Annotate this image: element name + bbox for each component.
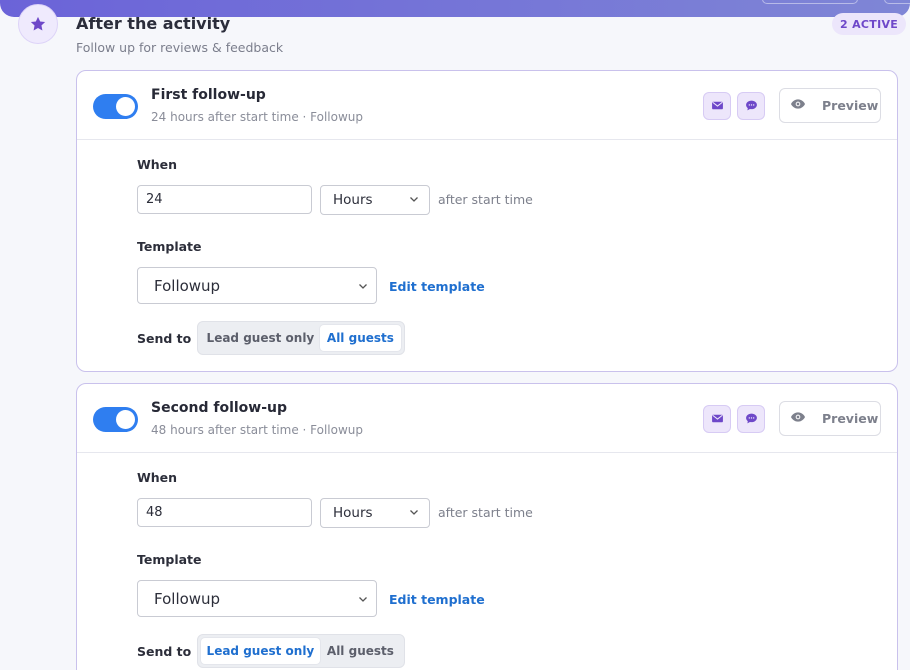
unit-value: Hours (333, 505, 373, 521)
card-title: Second follow-up (151, 400, 288, 416)
eye-icon (790, 409, 822, 428)
send-to-label: Send to (137, 644, 192, 659)
card-header: First follow-up 24 hours after start tim… (77, 71, 897, 140)
chevron-down-icon (409, 192, 419, 208)
star-icon (18, 4, 58, 44)
chevron-down-icon (409, 505, 419, 521)
chevron-down-icon (358, 277, 368, 295)
sms-channel-button[interactable] (737, 92, 765, 120)
chat-bubble-icon (745, 410, 758, 429)
toggle-knob (116, 410, 135, 429)
email-channel-button[interactable] (703, 405, 731, 433)
sms-channel-button[interactable] (737, 405, 765, 433)
eye-icon (790, 96, 822, 115)
card-body: When Hours after start time Template Fol… (77, 140, 897, 371)
template-label: Template (137, 552, 202, 567)
followup-card-first: First follow-up 24 hours after start tim… (76, 70, 898, 372)
all-guests-option[interactable]: All guests (320, 638, 401, 664)
preview-label: Preview (822, 411, 879, 426)
template-label: Template (137, 239, 202, 254)
toggle-knob (116, 97, 135, 116)
send-to-segmented-control: Lead guest only All guests (197, 321, 405, 355)
email-channel-button[interactable] (703, 92, 731, 120)
envelope-icon (711, 410, 724, 429)
after-start-text: after start time (438, 192, 533, 207)
followup-card-second: Second follow-up 48 hours after start ti… (76, 383, 898, 670)
enable-toggle[interactable] (93, 94, 138, 119)
top-bar-button-outline[interactable] (762, 0, 858, 4)
preview-label: Preview (822, 98, 879, 113)
template-value: Followup (154, 276, 221, 295)
when-label: When (137, 470, 178, 485)
unit-value: Hours (333, 192, 373, 208)
card-title: First follow-up (151, 87, 266, 103)
edit-template-link[interactable]: Edit template (389, 592, 485, 607)
send-to-segmented-control: Lead guest only All guests (197, 634, 405, 668)
all-guests-option[interactable]: All guests (319, 325, 401, 351)
preview-button[interactable]: Preview (779, 401, 881, 436)
template-value: Followup (154, 589, 221, 608)
lead-guest-option[interactable]: Lead guest only (201, 325, 320, 351)
section-subtitle: Follow up for reviews & feedback (76, 40, 284, 55)
template-select[interactable]: Followup (137, 580, 377, 617)
chevron-down-icon (358, 590, 368, 608)
top-bar-button-outline[interactable] (884, 0, 910, 4)
section-title: After the activity (76, 14, 231, 33)
active-count-badge: 2 ACTIVE (832, 13, 907, 35)
envelope-icon (711, 97, 724, 116)
card-header: Second follow-up 48 hours after start ti… (77, 384, 897, 453)
preview-button[interactable]: Preview (779, 88, 881, 123)
lead-guest-option[interactable]: Lead guest only (201, 638, 320, 664)
card-body: When Hours after start time Template Fol… (77, 453, 897, 670)
edit-template-link[interactable]: Edit template (389, 279, 485, 294)
template-select[interactable]: Followup (137, 267, 377, 304)
chat-bubble-icon (745, 97, 758, 116)
when-label: When (137, 157, 178, 172)
amount-input[interactable] (137, 185, 312, 214)
unit-select[interactable]: Hours (320, 498, 430, 528)
send-to-label: Send to (137, 331, 192, 346)
card-subtitle: 24 hours after start time · Followup (151, 110, 364, 124)
unit-select[interactable]: Hours (320, 185, 430, 215)
after-start-text: after start time (438, 505, 533, 520)
enable-toggle[interactable] (93, 407, 138, 432)
amount-input[interactable] (137, 498, 312, 527)
card-subtitle: 48 hours after start time · Followup (151, 423, 364, 437)
